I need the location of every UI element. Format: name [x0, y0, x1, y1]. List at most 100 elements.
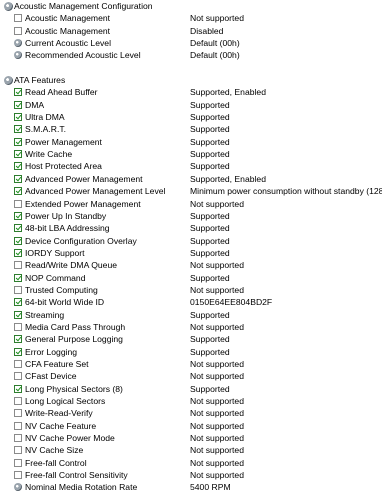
property-label: Nominal Media Rotation Rate — [25, 482, 138, 493]
property-row-recommended-acoustic-level[interactable]: Recommended Acoustic Level Default (00h) — [0, 49, 382, 61]
property-value: Not supported — [190, 371, 244, 382]
property-label: NOP Command — [25, 272, 86, 283]
property-label: Extended Power Management — [25, 198, 141, 209]
checkbox-checked-icon — [14, 335, 22, 344]
property-label: IORDY Support — [25, 247, 85, 258]
property-label: 48-bit LBA Addressing — [25, 223, 110, 234]
property-list[interactable]: Acoustic Management Configuration Acoust… — [0, 0, 382, 494]
group-title: ATA Features — [14, 75, 66, 86]
property-row-long-physical-sectors-8[interactable]: Long Physical Sectors (8) Supported — [0, 383, 382, 395]
property-row-power-up-in-standby[interactable]: Power Up In Standby Supported — [0, 210, 382, 222]
property-label: Advanced Power Management Level — [25, 186, 166, 197]
checkbox-unchecked-icon — [14, 421, 22, 430]
property-row-trusted-computing[interactable]: Trusted Computing Not supported — [0, 284, 382, 296]
property-row-cfast-device[interactable]: CFast Device Not supported — [0, 370, 382, 382]
property-value: Supported — [190, 247, 230, 258]
property-label: NV Cache Feature — [25, 420, 97, 431]
property-row-streaming[interactable]: Streaming Supported — [0, 309, 382, 321]
property-value: Disabled — [190, 25, 224, 36]
property-value: Not supported — [190, 260, 244, 271]
property-row-write-read-verify[interactable]: Write-Read-Verify Not supported — [0, 407, 382, 419]
checkbox-checked-icon — [14, 100, 22, 109]
property-label: Ultra DMA — [25, 112, 65, 123]
property-row-general-purpose-logging[interactable]: General Purpose Logging Supported — [0, 333, 382, 345]
property-row-s-m-a-r-t[interactable]: S.M.A.R.T. Supported — [0, 123, 382, 135]
property-row-nominal-media-rotation-rate[interactable]: Nominal Media Rotation Rate 5400 RPM — [0, 481, 382, 493]
property-label: Advanced Power Management — [25, 173, 143, 184]
checkbox-unchecked-icon — [14, 199, 22, 208]
property-label: Write-Read-Verify — [25, 408, 93, 419]
property-label: General Purpose Logging — [25, 334, 123, 345]
property-value: Not supported — [190, 445, 244, 456]
property-label: Trusted Computing — [25, 284, 98, 295]
property-label: CFast Device — [25, 371, 77, 382]
property-label: Free-fall Control Sensitivity — [25, 470, 128, 481]
property-value: Supported, Enabled — [190, 173, 266, 184]
property-row-free-fall-control[interactable]: Free-fall Control Not supported — [0, 457, 382, 469]
property-label: DMA — [25, 99, 45, 110]
property-row-error-logging[interactable]: Error Logging Supported — [0, 346, 382, 358]
group-header-acoustic-management[interactable]: Acoustic Management Configuration — [0, 0, 382, 12]
property-label: Acoustic Management — [25, 25, 111, 36]
property-row-free-fall-control-sensitivity[interactable]: Free-fall Control Sensitivity Not support… — [0, 469, 382, 481]
property-value: Supported — [190, 235, 230, 246]
checkbox-checked-icon — [14, 125, 22, 134]
checkbox-checked-icon — [14, 211, 22, 220]
property-value: Not supported — [190, 457, 244, 468]
checkbox-unchecked-icon — [14, 446, 22, 455]
property-row-write-cache[interactable]: Write Cache Supported — [0, 148, 382, 160]
property-row-current-acoustic-level[interactable]: Current Acoustic Level Default (00h) — [0, 37, 382, 49]
property-label: CFA Feature Set — [25, 358, 89, 369]
property-row-host-protected-area[interactable]: Host Protected Area Supported — [0, 160, 382, 172]
property-row-nv-cache-size[interactable]: NV Cache Size Not supported — [0, 444, 382, 456]
checkbox-checked-icon — [14, 236, 22, 245]
property-value: Minimum power consumption without standb… — [190, 186, 382, 197]
property-row-advanced-power-management-level[interactable]: Advanced Power Management Level Minimum p… — [0, 185, 382, 197]
checkbox-unchecked-icon — [14, 26, 22, 35]
checkbox-unchecked-icon — [14, 458, 22, 467]
property-row-long-logical-sectors[interactable]: Long Logical Sectors Not supported — [0, 395, 382, 407]
property-row-nv-cache-feature[interactable]: NV Cache Feature Not supported — [0, 420, 382, 432]
property-value: Not supported — [190, 198, 244, 209]
checkbox-unchecked-icon — [14, 397, 22, 405]
property-label: Power Up In Standby — [25, 210, 107, 221]
property-row-nv-cache-power-mode[interactable]: NV Cache Power Mode Not supported — [0, 432, 382, 444]
property-value: Supported — [190, 124, 230, 135]
property-label: Error Logging — [25, 346, 78, 357]
checkbox-unchecked-icon — [14, 372, 22, 381]
checkbox-checked-icon — [14, 273, 22, 282]
checkbox-unchecked-icon — [14, 285, 22, 294]
property-row-device-configuration-overlay[interactable]: Device Configuration Overlay Supported — [0, 235, 382, 247]
property-value: Default (00h) — [190, 38, 240, 49]
property-row-advanced-power-management[interactable]: Advanced Power Management Supported, Enab… — [0, 173, 382, 185]
property-row-read-ahead-buffer[interactable]: Read Ahead Buffer Supported, Enabled — [0, 86, 382, 98]
property-row-read-write-dma-queue[interactable]: Read/Write DMA Queue Not supported — [0, 259, 382, 271]
property-row-iordy-support[interactable]: IORDY Support Supported — [0, 247, 382, 259]
group-header-ata-features[interactable]: ATA Features — [0, 74, 382, 86]
property-row-64-bit-world-wide-id[interactable]: 64-bit World Wide ID 0150E64EE804BD2F — [0, 296, 382, 308]
checkbox-unchecked-icon — [14, 359, 22, 368]
property-value: Supported — [190, 161, 230, 172]
property-value: Not supported — [190, 420, 244, 431]
checkbox-checked-icon — [14, 347, 22, 356]
property-value: Supported — [190, 346, 230, 357]
property-value: Not supported — [190, 358, 244, 369]
property-row-acoustic-management[interactable]: Acoustic Management Disabled — [0, 25, 382, 37]
property-row-cfa-feature-set[interactable]: CFA Feature Set Not supported — [0, 358, 382, 370]
property-row-48-bit-lba-addressing[interactable]: 48-bit LBA Addressing Supported — [0, 222, 382, 234]
checkbox-unchecked-icon — [14, 322, 22, 331]
property-row-power-management[interactable]: Power Management Supported — [0, 136, 382, 148]
checkbox-unchecked-icon — [14, 14, 22, 23]
property-row-nop-command[interactable]: NOP Command Supported — [0, 272, 382, 284]
property-row-dma[interactable]: DMA Supported — [0, 99, 382, 111]
property-row-ultra-dma[interactable]: Ultra DMA Supported — [0, 111, 382, 123]
disk-icon — [14, 51, 22, 60]
property-row-media-card-pass-through[interactable]: Media Card Pass Through Not supported — [0, 321, 382, 333]
property-row-extended-power-management[interactable]: Extended Power Management Not supported — [0, 198, 382, 210]
checkbox-checked-icon — [14, 137, 22, 146]
ata-features-rows: Read Ahead Buffer Supported, Enabled DMA Su… — [0, 86, 382, 493]
property-row-acoustic-management[interactable]: Acoustic Management Not supported — [0, 12, 382, 24]
checkbox-checked-icon — [14, 174, 22, 183]
property-value: Supported — [190, 210, 230, 221]
